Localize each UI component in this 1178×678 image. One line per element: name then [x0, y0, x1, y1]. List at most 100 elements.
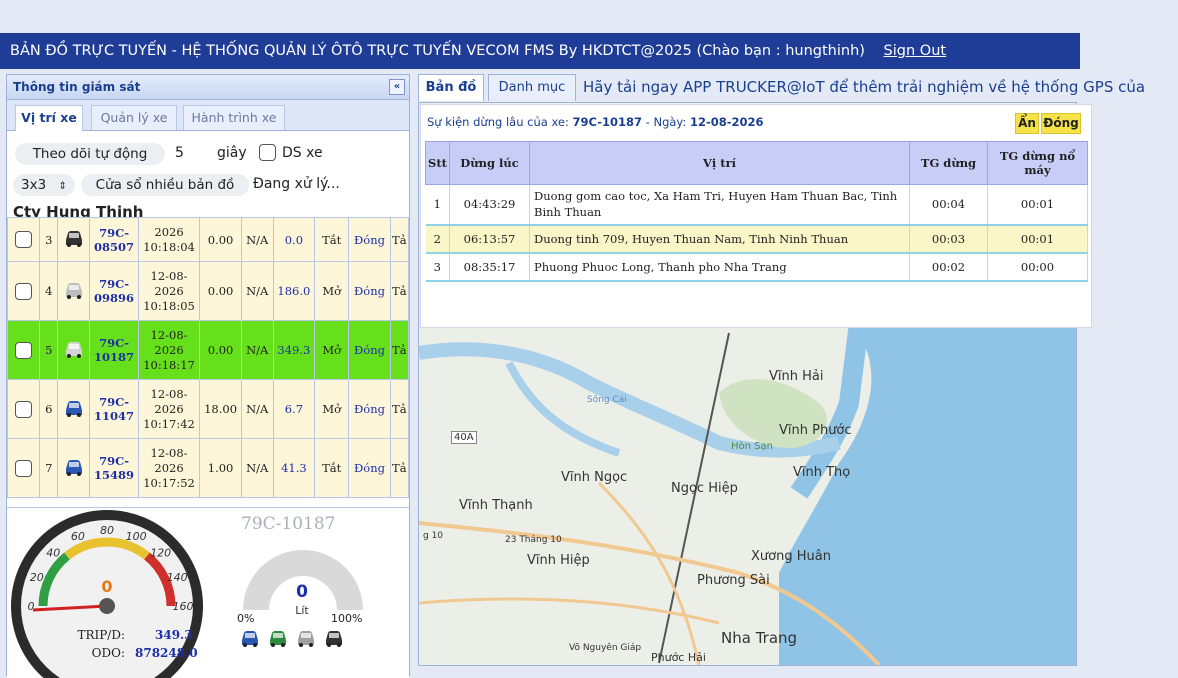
header-title: BẢN ĐỒ TRỰC TUYẾN - HỆ THỐNG QUẢN LÝ ÔTÔ…: [10, 43, 865, 59]
vehicle-close-link[interactable]: Đóng: [348, 438, 391, 498]
vehicle-row[interactable]: 5 79C-10187 12-08-2026 10:18:17 0.00 N/A 349.…: [6, 320, 410, 380]
monitoring-panel: Thông tin giám sát « Vị trí xe Quản lý x…: [6, 74, 410, 678]
vehicle-plate[interactable]: 79C-11047: [89, 379, 139, 439]
hide-popup-button[interactable]: Ẩn: [1015, 113, 1039, 134]
vehicle-value-a: 0.00: [199, 320, 242, 380]
vehicle-stt: 5: [39, 320, 59, 380]
vehicle-row[interactable]: 7 79C-15489 12-08-2026 10:17:52 1.00 N/A 41.3…: [6, 438, 410, 498]
col-location: Vị trí: [529, 141, 910, 185]
vehicle-door-status: Mở: [313, 379, 350, 439]
vehicle-value-b: N/A: [240, 438, 274, 498]
monitoring-panel-header: Thông tin giám sát «: [7, 75, 409, 100]
car-icon: [65, 459, 82, 476]
car-icon: [65, 231, 82, 247]
col-idle-duration: TG dừng nổ máy: [987, 141, 1088, 185]
map-road-vo-nguyen-giap: Võ Nguyên Giáp: [569, 643, 642, 653]
grid-size-select[interactable]: 3x3 ⇕: [13, 174, 75, 196]
vehicle-value-b: N/A: [240, 379, 274, 439]
speed-tick-label: 20: [30, 571, 44, 584]
vehicle-row[interactable]: 6 79C-11047 12-08-2026 10:17:42 18.00 N/A 6.7…: [6, 379, 410, 439]
vehicle-extra: Tả: [389, 438, 410, 498]
multi-map-window-button[interactable]: Cửa sổ nhiều bản đồ: [81, 174, 249, 196]
vehicle-close-link[interactable]: Đóng: [348, 320, 391, 380]
vehicle-close-link[interactable]: Đóng: [348, 217, 391, 262]
stop-events-popup: Sự kiện dừng lâu của xe: 79C-10187 - Ngà…: [420, 104, 1092, 328]
row-select-cell: [6, 438, 41, 498]
tab-map[interactable]: Bản đồ: [418, 74, 484, 101]
stop-stt: 3: [425, 252, 450, 282]
vehicle-stt: 4: [39, 261, 59, 321]
row-select-cell: [6, 379, 41, 439]
stop-events-table: Stt Dừng lúc Vị trí TG dừng TG dừng nổ m…: [425, 141, 1088, 282]
map-label-phuoc-hai: Phước Hải: [651, 651, 706, 664]
left-tabs: Vị trí xe Quản lý xe Hành trình xe: [7, 100, 409, 131]
tab-vehicle-position[interactable]: Vị trí xe: [15, 105, 83, 131]
trip-value: 349.3: [155, 628, 193, 642]
trip-label: TRIP/D:: [77, 628, 125, 642]
vehicle-plate[interactable]: 79C-09896: [89, 261, 139, 321]
auto-follow-button[interactable]: Theo dõi tự động: [15, 143, 165, 165]
vehicle-datetime: 12-08-2026 10:17:42: [137, 379, 201, 439]
vehicle-icon-cell: [57, 320, 91, 380]
map-label-song-cai: Sông Cái: [587, 395, 627, 405]
map-label-ngoc-hiep: Ngọc Hiệp: [671, 481, 738, 496]
row-select-checkbox[interactable]: [15, 459, 33, 477]
tab-vehicle-journey[interactable]: Hành trình xe: [183, 105, 285, 130]
vehicle-row[interactable]: 4 79C-09896 12-08-2026 10:18:05 0.00 N/A 186.…: [6, 261, 410, 321]
speed-tick-label: 140: [167, 571, 188, 584]
popup-date-prefix: - Ngày:: [645, 115, 687, 129]
vehicle-door-status: Tắt: [313, 438, 350, 498]
popup-plate: 79C-10187: [572, 115, 643, 129]
speed-value: 0: [101, 577, 112, 596]
car-status-icon: [326, 631, 342, 647]
sign-out-link[interactable]: Sign Out: [884, 43, 947, 59]
stop-duration: 00:02: [909, 252, 988, 282]
vehicle-door-status: Mở: [313, 261, 350, 321]
auto-follow-interval-input[interactable]: 5: [175, 145, 211, 161]
vehicle-list-checkbox[interactable]: [259, 144, 276, 161]
vehicle-value-c: 6.7: [272, 379, 316, 439]
stop-event-row[interactable]: 3 08:35:17 Phuong Phuoc Long, Thanh pho Nh…: [425, 252, 1088, 282]
idle-duration: 00:00: [987, 252, 1088, 282]
map-label-vinh-tho: Vĩnh Thọ: [793, 465, 851, 480]
vehicle-close-link[interactable]: Đóng: [348, 379, 391, 439]
vehicle-plate[interactable]: 79C-10187: [89, 320, 139, 380]
vehicle-plate[interactable]: 79C-15489: [89, 438, 139, 498]
stop-event-row[interactable]: 2 06:13:57 Duong tinh 709, Huyen Thuan Nam…: [425, 224, 1088, 254]
top-header: BẢN ĐỒ TRỰC TUYẾN - HỆ THỐNG QUẢN LÝ ÔTÔ…: [0, 33, 1080, 69]
stop-time: 06:13:57: [449, 224, 530, 254]
map-label-vinh-thanh: Vĩnh Thạnh: [459, 498, 533, 513]
vehicle-value-c: 41.3: [272, 438, 316, 498]
vehicle-value-a: 0.00: [199, 217, 242, 262]
speed-tick-label: 160: [173, 600, 194, 613]
select-arrows-icon: ⇕: [58, 181, 67, 192]
stop-event-row[interactable]: 1 04:43:29 Duong gom cao toc, Xa Ham Tri, …: [425, 184, 1088, 226]
vehicle-icon-cell: [57, 217, 91, 262]
vehicle-status-icons: [239, 628, 351, 652]
tab-catalog[interactable]: Danh mục: [488, 74, 576, 101]
vehicle-value-c: 0.0: [272, 217, 316, 262]
panel-title: Thông tin giám sát: [13, 80, 141, 94]
row-select-cell: [6, 217, 41, 262]
map-road-40a: 40A: [451, 431, 477, 444]
row-select-checkbox[interactable]: [15, 400, 33, 418]
vehicle-row[interactable]: 3 79C-08507 2026 10:18:04 0.00 N/A 0.0 Tắt Đóng…: [6, 217, 410, 262]
col-stt: Stt: [425, 141, 450, 185]
collapse-panel-button[interactable]: «: [389, 79, 405, 95]
grid-size-value: 3x3: [21, 177, 47, 193]
vehicle-plate[interactable]: 79C-08507: [89, 217, 139, 262]
tab-vehicle-management[interactable]: Quản lý xe: [91, 105, 177, 130]
close-popup-button[interactable]: Đóng: [1041, 113, 1081, 134]
fuel-unit: Lít: [295, 604, 309, 617]
vehicle-extra: Tả: [389, 217, 410, 262]
map-label-phuong-sai: Phương Sài: [697, 573, 770, 588]
stop-time: 08:35:17: [449, 252, 530, 282]
car-status-icon: [270, 631, 286, 647]
row-select-checkbox[interactable]: [15, 282, 33, 300]
vehicle-value-b: N/A: [240, 261, 274, 321]
vehicle-close-link[interactable]: Đóng: [348, 261, 391, 321]
row-select-checkbox[interactable]: [15, 231, 33, 248]
row-select-checkbox[interactable]: [15, 341, 33, 359]
stop-location: Phuong Phuoc Long, Thanh pho Nha Trang: [529, 252, 910, 282]
vehicle-extra: Tả: [389, 261, 410, 321]
